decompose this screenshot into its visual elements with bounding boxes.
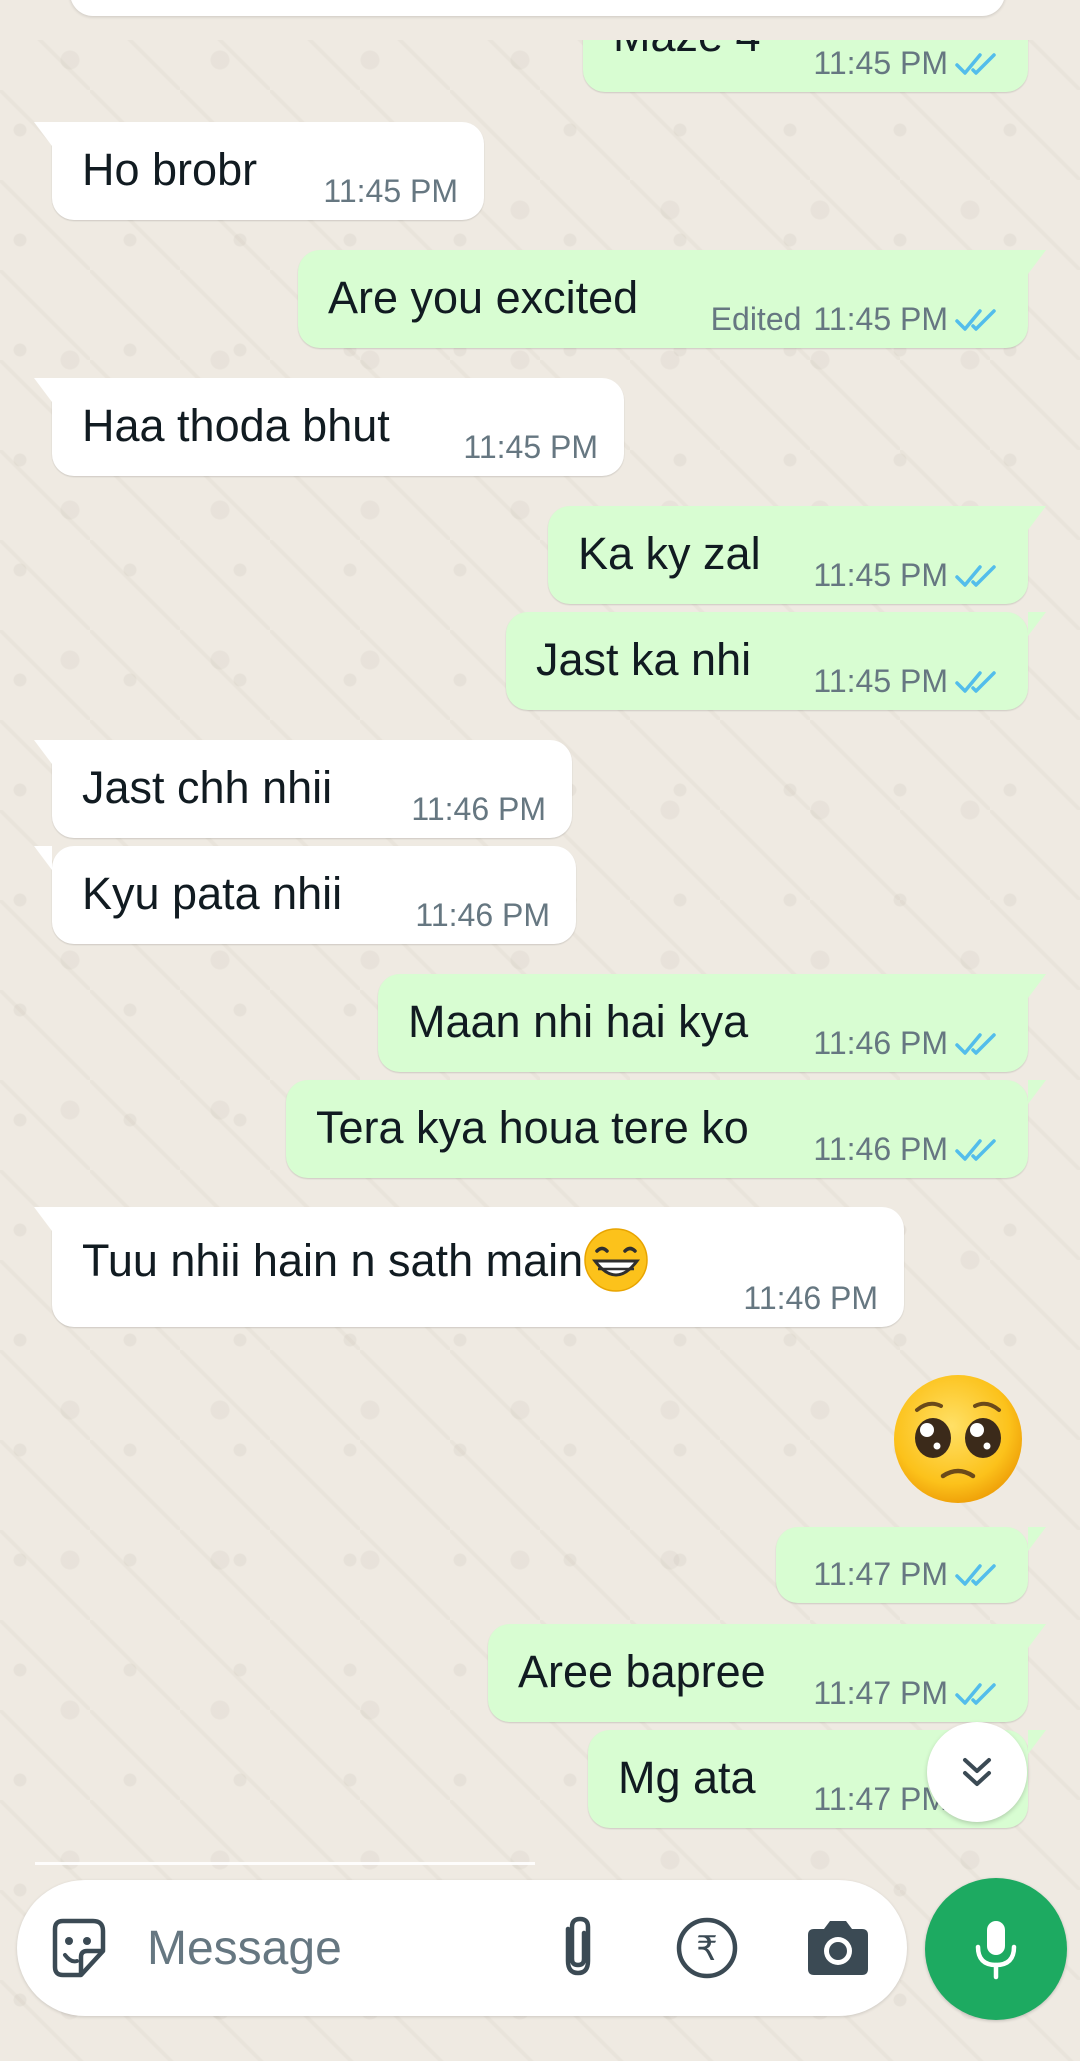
message-composer: ₹ <box>17 1880 907 2016</box>
message-time: 11:45 PM <box>813 557 948 593</box>
double-check-read-icon <box>955 1032 996 1055</box>
message-text: Tera kya houa tere ko <box>316 1102 749 1153</box>
message-meta: 11:46 PM <box>813 1025 1002 1062</box>
double-chevron-down-icon <box>963 1758 991 1786</box>
svg-text:₹: ₹ <box>696 1929 718 1969</box>
message-bubble-incoming[interactable]: Jast chh nhii 11:46 PM <box>34 740 572 838</box>
message-bubble-outgoing[interactable]: Tera kya houa tere ko 11:46 PM <box>286 1080 1046 1178</box>
message-meta: 11:45 PM <box>463 429 598 466</box>
message-bubble-outgoing[interactable]: Are you excited Edited 11:45 PM <box>298 250 1046 348</box>
double-check-read-icon <box>955 564 996 587</box>
message-text: Maan nhi hai kya <box>408 996 749 1047</box>
message-bubble-incoming[interactable]: Ho brobr 11:45 PM <box>34 122 484 220</box>
message-list[interactable]: Maze 4 11:45 PM Ho brobr 11:45 PM Are yo… <box>0 0 1080 1860</box>
message-meta: 11:46 PM <box>411 791 546 828</box>
microphone-icon <box>975 1921 1017 1980</box>
message-time: 11:45 PM <box>323 173 458 209</box>
paperclip-icon[interactable] <box>542 1913 612 1983</box>
header-pill <box>70 0 1005 16</box>
message-meta: 11:47 PM <box>813 1556 1002 1593</box>
message-meta: 11:45 PM <box>813 557 1002 594</box>
message-input[interactable] <box>147 1916 517 1980</box>
double-check-read-icon <box>955 1138 996 1161</box>
pleading-face-emoji[interactable] <box>891 1372 1025 1506</box>
message-text: Aree bapree <box>518 1646 766 1697</box>
message-bubble-outgoing[interactable]: 11:47 PM <box>776 1527 1046 1603</box>
message-bubble-outgoing[interactable]: Ka ky zal 11:45 PM <box>548 506 1046 604</box>
message-time: 11:45 PM <box>813 301 948 337</box>
message-time: 11:45 PM <box>813 663 948 699</box>
message-text: Are you excited <box>328 272 639 323</box>
grinning-face-emoji <box>584 1228 648 1292</box>
message-time: 11:46 PM <box>411 791 546 827</box>
message-text-content: Tuu nhii hain n sath main <box>82 1235 584 1286</box>
message-text: Mg ata <box>618 1752 756 1803</box>
message-time: 11:46 PM <box>743 1280 878 1316</box>
message-meta: 11:46 PM <box>415 897 550 934</box>
camera-icon[interactable] <box>802 1913 874 1983</box>
message-time: 11:45 PM <box>813 45 948 81</box>
message-meta: Edited 11:45 PM <box>711 301 1002 338</box>
message-time: 11:46 PM <box>813 1131 948 1167</box>
message-text: Haa thoda bhut <box>82 400 390 451</box>
double-check-read-icon <box>955 1563 996 1586</box>
message-bubble-outgoing[interactable]: Jast ka nhi 11:45 PM <box>506 612 1046 710</box>
voice-message-button[interactable] <box>925 1878 1067 2020</box>
rupee-payment-icon[interactable]: ₹ <box>672 1913 742 1983</box>
message-text: Ho brobr <box>82 144 258 195</box>
message-time: 11:47 PM <box>813 1556 948 1592</box>
message-meta: 11:45 PM <box>323 173 458 210</box>
message-text: Jast ka nhi <box>536 634 752 685</box>
double-check-read-icon <box>955 52 996 75</box>
sticker-icon[interactable] <box>45 1915 111 1981</box>
message-time: 11:46 PM <box>813 1025 948 1061</box>
divider <box>35 1862 535 1865</box>
message-time: 11:45 PM <box>463 429 598 465</box>
message-bubble-outgoing[interactable]: Maan nhi hai kya 11:46 PM <box>378 974 1046 1072</box>
top-bar-remnant <box>0 0 1080 40</box>
message-meta: 11:45 PM <box>813 45 1002 82</box>
double-check-read-icon <box>955 670 996 693</box>
message-text: Kyu pata nhii <box>82 868 343 919</box>
message-bubble-incoming[interactable]: Kyu pata nhii 11:46 PM <box>34 846 576 944</box>
message-text: Ka ky zal <box>578 528 761 579</box>
message-meta: 11:46 PM <box>743 1280 878 1317</box>
message-bubble-incoming[interactable]: Tuu nhii hain n sath main 11:46 PM <box>34 1207 904 1327</box>
message-time: 11:47 PM <box>813 1675 948 1711</box>
message-text: Jast chh nhii <box>82 762 333 813</box>
message-meta: 11:45 PM <box>813 663 1002 700</box>
message-bubble-incoming[interactable]: Haa thoda bhut 11:45 PM <box>34 378 624 476</box>
message-meta: 11:46 PM <box>813 1131 1002 1168</box>
message-time: 11:47 PM <box>813 1781 948 1817</box>
message-bubble-outgoing[interactable]: Aree bapree 11:47 PM <box>488 1624 1046 1722</box>
edited-label: Edited <box>710 301 802 337</box>
message-text: Tuu nhii hain n sath main <box>82 1228 649 1293</box>
scroll-to-bottom-button[interactable] <box>927 1722 1027 1822</box>
message-time: 11:46 PM <box>415 897 550 933</box>
double-check-read-icon <box>955 308 996 331</box>
double-check-read-icon <box>955 1682 996 1705</box>
message-meta: 11:47 PM <box>813 1675 1002 1712</box>
